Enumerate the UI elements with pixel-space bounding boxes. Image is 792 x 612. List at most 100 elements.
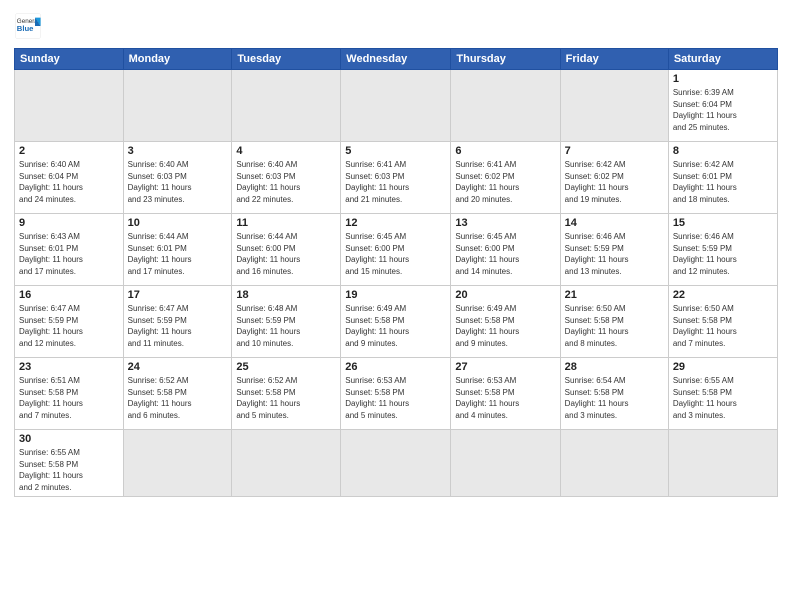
calendar-week-row: 2 Sunrise: 6:40 AM Sunset: 6:04 PM Daylig… (15, 142, 778, 214)
calendar-cell (341, 70, 451, 142)
calendar-cell: 18 Sunrise: 6:48 AM Sunset: 5:59 PM Dayli… (232, 286, 341, 358)
day-number: 17 (128, 289, 228, 301)
day-info: Sunrise: 6:49 AM Sunset: 5:58 PM Dayligh… (455, 303, 555, 349)
logo-icon: General Blue (14, 12, 42, 40)
calendar-cell: 21 Sunrise: 6:50 AM Sunset: 5:58 PM Dayli… (560, 286, 668, 358)
day-info: Sunrise: 6:41 AM Sunset: 6:03 PM Dayligh… (345, 159, 446, 205)
day-info: Sunrise: 6:47 AM Sunset: 5:59 PM Dayligh… (19, 303, 119, 349)
day-number: 30 (19, 433, 119, 445)
day-info: Sunrise: 6:40 AM Sunset: 6:03 PM Dayligh… (236, 159, 336, 205)
calendar-week-row: 9 Sunrise: 6:43 AM Sunset: 6:01 PM Daylig… (15, 214, 778, 286)
calendar-header-sunday: Sunday (15, 49, 124, 70)
day-number: 1 (673, 73, 773, 85)
calendar-cell: 6 Sunrise: 6:41 AM Sunset: 6:02 PM Daylig… (451, 142, 560, 214)
calendar-cell (232, 430, 341, 497)
calendar-week-row: 16Sunrise: 6:47 AM Sunset: 5:59 PM Dayli… (15, 286, 778, 358)
day-info: Sunrise: 6:46 AM Sunset: 5:59 PM Dayligh… (673, 231, 773, 277)
calendar-cell (560, 70, 668, 142)
day-number: 15 (673, 217, 773, 229)
day-number: 10 (128, 217, 228, 229)
calendar-cell: 4 Sunrise: 6:40 AM Sunset: 6:03 PM Daylig… (232, 142, 341, 214)
calendar-header-tuesday: Tuesday (232, 49, 341, 70)
day-info: Sunrise: 6:44 AM Sunset: 6:01 PM Dayligh… (128, 231, 228, 277)
day-info: Sunrise: 6:43 AM Sunset: 6:01 PM Dayligh… (19, 231, 119, 277)
day-number: 26 (345, 361, 446, 373)
day-info: Sunrise: 6:53 AM Sunset: 5:58 PM Dayligh… (455, 375, 555, 421)
calendar-cell: 10 Sunrise: 6:44 AM Sunset: 6:01 PM Dayli… (123, 214, 232, 286)
calendar-cell: 20 Sunrise: 6:49 AM Sunset: 5:58 PM Dayli… (451, 286, 560, 358)
calendar-cell: 19 Sunrise: 6:49 AM Sunset: 5:58 PM Dayli… (341, 286, 451, 358)
day-number: 3 (128, 145, 228, 157)
calendar-cell: 16Sunrise: 6:47 AM Sunset: 5:59 PM Dayli… (15, 286, 124, 358)
day-info: Sunrise: 6:47 AM Sunset: 5:59 PM Dayligh… (128, 303, 228, 349)
day-number: 4 (236, 145, 336, 157)
calendar-week-row: 1 Sunrise: 6:39 AM Sunset: 6:04 PM Daylig… (15, 70, 778, 142)
day-number: 28 (565, 361, 664, 373)
day-info: Sunrise: 6:45 AM Sunset: 6:00 PM Dayligh… (455, 231, 555, 277)
day-number: 24 (128, 361, 228, 373)
calendar-table: SundayMondayTuesdayWednesdayThursdayFrid… (14, 48, 778, 497)
day-info: Sunrise: 6:48 AM Sunset: 5:59 PM Dayligh… (236, 303, 336, 349)
calendar-cell: 23 Sunrise: 6:51 AM Sunset: 5:58 PM Dayli… (15, 358, 124, 430)
calendar-header-wednesday: Wednesday (341, 49, 451, 70)
calendar-week-row: 23 Sunrise: 6:51 AM Sunset: 5:58 PM Dayli… (15, 358, 778, 430)
calendar-cell (123, 70, 232, 142)
calendar-cell: 22 Sunrise: 6:50 AM Sunset: 5:58 PM Dayli… (668, 286, 777, 358)
calendar-cell: 14 Sunrise: 6:46 AM Sunset: 5:59 PM Dayli… (560, 214, 668, 286)
day-number: 7 (565, 145, 664, 157)
calendar-cell: 30 Sunrise: 6:55 AM Sunset: 5:58 PM Dayli… (15, 430, 124, 497)
day-info: Sunrise: 6:55 AM Sunset: 5:58 PM Dayligh… (673, 375, 773, 421)
calendar-cell: 1 Sunrise: 6:39 AM Sunset: 6:04 PM Daylig… (668, 70, 777, 142)
day-info: Sunrise: 6:46 AM Sunset: 5:59 PM Dayligh… (565, 231, 664, 277)
calendar-header-friday: Friday (560, 49, 668, 70)
day-info: Sunrise: 6:41 AM Sunset: 6:02 PM Dayligh… (455, 159, 555, 205)
calendar-cell: 3 Sunrise: 6:40 AM Sunset: 6:03 PM Daylig… (123, 142, 232, 214)
day-info: Sunrise: 6:42 AM Sunset: 6:02 PM Dayligh… (565, 159, 664, 205)
day-info: Sunrise: 6:52 AM Sunset: 5:58 PM Dayligh… (236, 375, 336, 421)
calendar-cell (123, 430, 232, 497)
calendar-header-thursday: Thursday (451, 49, 560, 70)
day-number: 12 (345, 217, 446, 229)
day-number: 20 (455, 289, 555, 301)
day-number: 22 (673, 289, 773, 301)
day-number: 19 (345, 289, 446, 301)
calendar-header-monday: Monday (123, 49, 232, 70)
day-number: 23 (19, 361, 119, 373)
calendar-cell: 15 Sunrise: 6:46 AM Sunset: 5:59 PM Dayli… (668, 214, 777, 286)
calendar-cell (451, 430, 560, 497)
logo: General Blue (14, 12, 42, 40)
calendar-cell: 2 Sunrise: 6:40 AM Sunset: 6:04 PM Daylig… (15, 142, 124, 214)
calendar-cell: 11Sunrise: 6:44 AM Sunset: 6:00 PM Dayli… (232, 214, 341, 286)
calendar-cell: 8Sunrise: 6:42 AM Sunset: 6:01 PM Daylig… (668, 142, 777, 214)
day-number: 5 (345, 145, 446, 157)
day-info: Sunrise: 6:40 AM Sunset: 6:04 PM Dayligh… (19, 159, 119, 205)
calendar-cell (668, 430, 777, 497)
calendar-cell (451, 70, 560, 142)
day-info: Sunrise: 6:55 AM Sunset: 5:58 PM Dayligh… (19, 447, 119, 493)
day-number: 2 (19, 145, 119, 157)
day-info: Sunrise: 6:49 AM Sunset: 5:58 PM Dayligh… (345, 303, 446, 349)
day-info: Sunrise: 6:39 AM Sunset: 6:04 PM Dayligh… (673, 87, 773, 133)
day-info: Sunrise: 6:44 AM Sunset: 6:00 PM Dayligh… (236, 231, 336, 277)
day-number: 18 (236, 289, 336, 301)
day-info: Sunrise: 6:52 AM Sunset: 5:58 PM Dayligh… (128, 375, 228, 421)
calendar-cell: 24 Sunrise: 6:52 AM Sunset: 5:58 PM Dayli… (123, 358, 232, 430)
svg-text:Blue: Blue (17, 24, 34, 33)
calendar-cell: 17 Sunrise: 6:47 AM Sunset: 5:59 PM Dayli… (123, 286, 232, 358)
day-number: 9 (19, 217, 119, 229)
calendar-header-saturday: Saturday (668, 49, 777, 70)
day-number: 6 (455, 145, 555, 157)
day-number: 27 (455, 361, 555, 373)
day-number: 14 (565, 217, 664, 229)
day-number: 21 (565, 289, 664, 301)
calendar-cell: 5 Sunrise: 6:41 AM Sunset: 6:03 PM Daylig… (341, 142, 451, 214)
day-info: Sunrise: 6:40 AM Sunset: 6:03 PM Dayligh… (128, 159, 228, 205)
calendar-cell: 28Sunrise: 6:54 AM Sunset: 5:58 PM Dayli… (560, 358, 668, 430)
day-info: Sunrise: 6:50 AM Sunset: 5:58 PM Dayligh… (673, 303, 773, 349)
day-info: Sunrise: 6:51 AM Sunset: 5:58 PM Dayligh… (19, 375, 119, 421)
day-info: Sunrise: 6:53 AM Sunset: 5:58 PM Dayligh… (345, 375, 446, 421)
calendar-cell: 26 Sunrise: 6:53 AM Sunset: 5:58 PM Dayli… (341, 358, 451, 430)
calendar-cell: 7 Sunrise: 6:42 AM Sunset: 6:02 PM Daylig… (560, 142, 668, 214)
day-info: Sunrise: 6:50 AM Sunset: 5:58 PM Dayligh… (565, 303, 664, 349)
calendar-cell: 29Sunrise: 6:55 AM Sunset: 5:58 PM Dayli… (668, 358, 777, 430)
